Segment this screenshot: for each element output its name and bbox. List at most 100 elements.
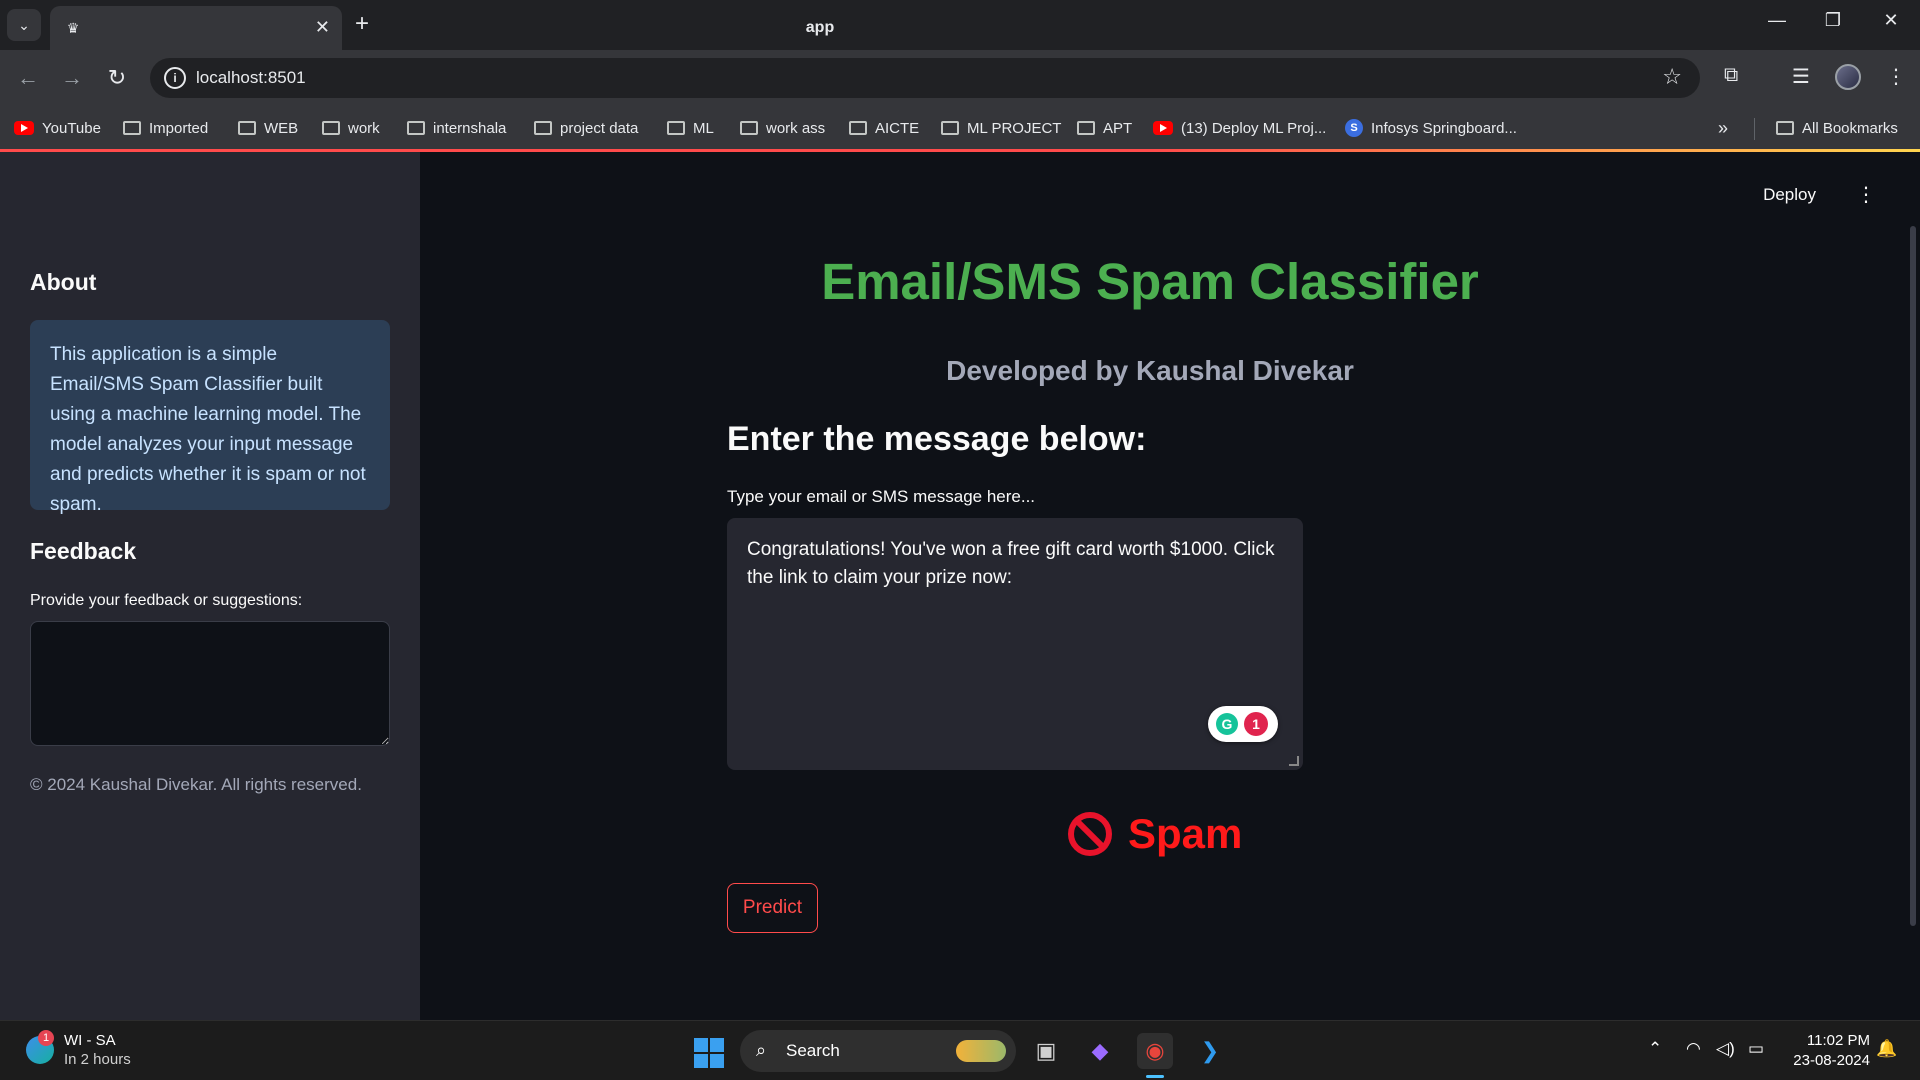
youtube-icon: [1153, 121, 1173, 135]
bookmark-label: AICTE: [875, 119, 920, 137]
bookmark-label: WEB: [264, 119, 299, 137]
media-controls-icon[interactable]: ☰: [1792, 64, 1810, 89]
bookmark-label: work: [348, 119, 380, 137]
bookmark-label: Infosys Springboard...: [1371, 119, 1517, 137]
bookmark-work-ass[interactable]: work ass: [740, 117, 825, 139]
weather-title: WI - SA: [64, 1032, 116, 1049]
sidebar: About This application is a simple Email…: [0, 152, 420, 1020]
result-label: Spam: [1128, 810, 1243, 857]
bookmark-work[interactable]: work: [322, 117, 380, 139]
url-text[interactable]: localhost:8501: [196, 68, 306, 88]
bookmarks-divider: [1754, 118, 1755, 140]
feedback-label: Provide your feedback or suggestions:: [30, 592, 303, 609]
bookmark-label: ML: [693, 119, 714, 137]
folder-icon: [238, 121, 256, 135]
bookmark-internshala[interactable]: internshala: [407, 117, 506, 139]
taskbar-search[interactable]: ⌕ Search: [740, 1030, 1016, 1072]
browser-title-bar: ⌄ ♛ app ✕ + — ❐ ✕: [0, 0, 1920, 50]
folder-icon: [1077, 121, 1095, 135]
active-app-indicator: [1146, 1075, 1164, 1078]
weather-subtitle: In 2 hours: [64, 1051, 131, 1068]
folder-icon: [667, 121, 685, 135]
streamlit-crown-icon: ♛: [66, 19, 80, 36]
browser-menu-icon[interactable]: ⋮: [1886, 64, 1906, 89]
folder-icon: [740, 121, 758, 135]
app-menu-icon[interactable]: ⋮: [1856, 182, 1876, 207]
bookmark-project-data[interactable]: project data: [534, 117, 638, 139]
tab-search-button[interactable]: ⌄: [7, 9, 41, 41]
vscode-icon[interactable]: ❯: [1192, 1033, 1228, 1069]
bookmark-label: work ass: [766, 119, 826, 137]
folder-icon: [123, 121, 141, 135]
chevron-down-icon: ⌄: [18, 16, 30, 33]
grammarly-icon: G: [1216, 713, 1238, 735]
copilot-icon[interactable]: ◆: [1082, 1033, 1118, 1069]
page-title: Email/SMS Spam Classifier: [821, 253, 1479, 310]
bookmark-infosys[interactable]: S Infosys Springboard...: [1345, 117, 1517, 139]
new-tab-icon[interactable]: +: [355, 10, 369, 38]
search-icon: ⌕: [756, 1040, 767, 1060]
task-view-icon[interactable]: ▣: [1028, 1033, 1064, 1069]
bookmark-deploy-ml[interactable]: (13) Deploy ML Proj...: [1153, 117, 1326, 139]
notification-badge: 1: [38, 1030, 54, 1046]
message-text[interactable]: Congratulations! You've won a free gift …: [747, 539, 1275, 588]
site-info-icon[interactable]: i: [164, 67, 186, 89]
address-bar[interactable]: i localhost:8501 ☆: [150, 58, 1700, 98]
bookmark-ml[interactable]: ML: [667, 117, 714, 139]
battery-icon[interactable]: ▭: [1748, 1039, 1764, 1059]
bookmark-label: project data: [560, 119, 639, 137]
youtube-icon: [14, 121, 34, 135]
about-heading: About: [30, 269, 97, 295]
section-heading: Enter the message below:: [727, 420, 1147, 458]
feedback-textarea[interactable]: [30, 621, 390, 746]
infosys-icon: S: [1345, 119, 1363, 137]
date-text: 23-08-2024: [1793, 1052, 1870, 1069]
restore-icon[interactable]: ❐: [1818, 10, 1848, 31]
deploy-button[interactable]: Deploy: [1763, 185, 1816, 205]
folder-icon: [407, 121, 425, 135]
bookmark-imported[interactable]: Imported: [123, 117, 208, 139]
bookmark-label: (13) Deploy ML Proj...: [1181, 119, 1327, 137]
grammarly-widget[interactable]: G 1: [1208, 706, 1278, 742]
notification-bell-icon[interactable]: 🔔: [1876, 1039, 1897, 1059]
minimize-icon[interactable]: —: [1762, 10, 1792, 31]
profile-avatar[interactable]: [1835, 64, 1861, 90]
feedback-heading: Feedback: [30, 538, 137, 564]
windows-start-icon[interactable]: [694, 1038, 724, 1068]
weather-widget[interactable]: 1 WI - SA In 2 hours: [22, 1030, 182, 1072]
reload-icon[interactable]: ↻: [103, 64, 131, 92]
resize-handle-icon[interactable]: [1289, 756, 1299, 766]
bookmarks-bar: YouTube Imported WEB work internshala pr…: [0, 106, 1920, 152]
bookmark-youtube[interactable]: YouTube: [14, 117, 101, 139]
close-tab-icon[interactable]: ✕: [315, 17, 330, 38]
clock[interactable]: 11:02 PM 23-08-2024: [1784, 1031, 1870, 1071]
wifi-icon[interactable]: ◠: [1686, 1039, 1701, 1059]
all-bookmarks[interactable]: All Bookmarks: [1776, 117, 1898, 139]
close-window-icon[interactable]: ✕: [1876, 10, 1906, 31]
time-text: 11:02 PM: [1806, 1032, 1870, 1049]
back-icon[interactable]: ←: [14, 64, 42, 92]
bookmark-label: internshala: [433, 119, 507, 137]
predict-button[interactable]: Predict: [727, 883, 818, 933]
message-label: Type your email or SMS message here...: [727, 487, 1036, 506]
browser-tab[interactable]: ♛ app ✕: [50, 6, 834, 50]
scrollbar[interactable]: [1910, 226, 1916, 926]
bookmark-label: ML PROJECT: [967, 119, 1062, 137]
bookmark-star-icon[interactable]: ☆: [1662, 64, 1682, 90]
bookmark-label: YouTube: [42, 119, 101, 137]
bookmark-ml-project[interactable]: ML PROJECT: [941, 117, 1061, 139]
prediction-result: Spam: [1068, 810, 1242, 858]
folder-icon: [941, 121, 959, 135]
bookmark-aicte[interactable]: AICTE: [849, 117, 919, 139]
extensions-icon[interactable]: ⧉: [1724, 64, 1738, 87]
bookmark-web[interactable]: WEB: [238, 117, 298, 139]
tray-overflow-icon[interactable]: ⌃: [1648, 1039, 1662, 1059]
volume-icon[interactable]: ◁): [1716, 1039, 1735, 1059]
forward-icon[interactable]: →: [58, 64, 86, 92]
bookmark-label: Imported: [149, 119, 209, 137]
bookmark-label: APT: [1103, 119, 1133, 137]
main-content: Deploy ⋮ Email/SMS Spam Classifier Devel…: [420, 152, 1920, 1020]
more-bookmarks-icon[interactable]: »: [1718, 117, 1728, 139]
chrome-icon[interactable]: ◉: [1137, 1033, 1173, 1069]
bookmark-apt[interactable]: APT: [1077, 117, 1132, 139]
